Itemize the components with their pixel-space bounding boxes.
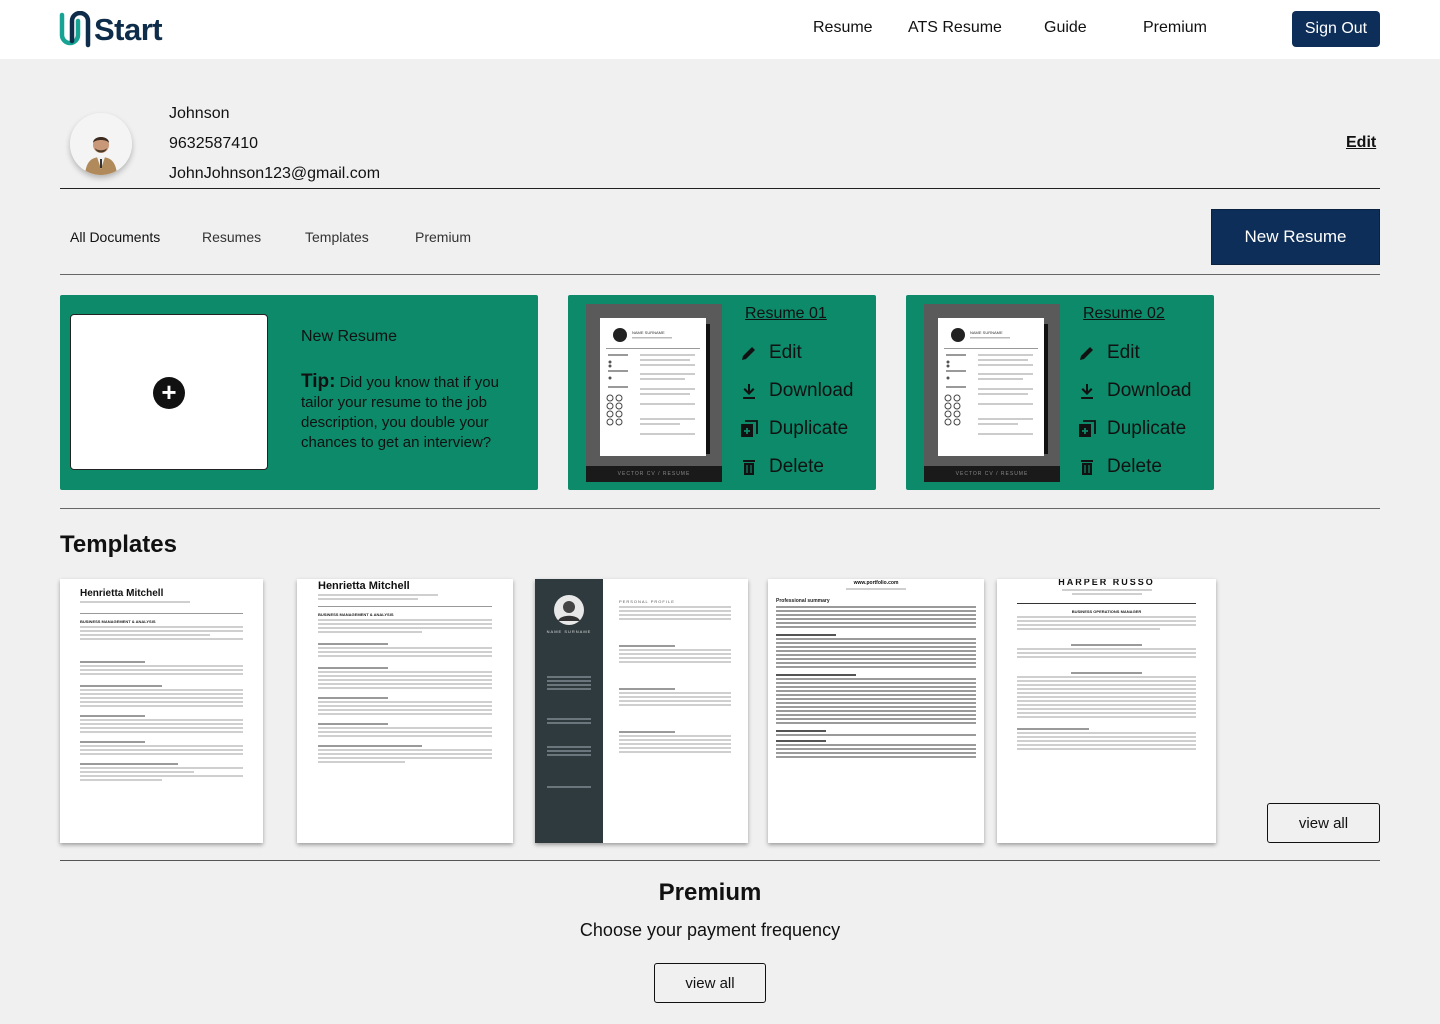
thumb-name: NAME SURNAME [970, 330, 1003, 335]
template-heading: BUSINESS MANAGEMENT & ANALYSIS [80, 619, 156, 624]
new-resume-card-title: New Resume [301, 328, 398, 345]
download-label: Download [1107, 380, 1192, 401]
template-name: NAME SURNAME [546, 629, 592, 634]
delete-label: Delete [769, 456, 824, 477]
new-resume-card: + New Resume Tip: Did you know that if y… [60, 295, 538, 490]
logo-icon [59, 11, 91, 48]
download-icon [743, 384, 755, 399]
tab-resumes[interactable]: Resumes [202, 229, 261, 245]
resume-card: NAME SURNAME VECTOR CV / RESUME Resume 0… [568, 295, 876, 490]
premium-view-all-button[interactable]: view all [654, 963, 766, 1003]
logo-text: Start [94, 12, 163, 47]
new-resume-button[interactable]: New Resume [1211, 209, 1380, 265]
duplicate-label: Duplicate [1107, 418, 1187, 439]
edit-label: Edit [769, 342, 802, 363]
template-card[interactable]: www.portfolio.com Professional summary [768, 579, 984, 843]
delete-action[interactable]: Delete [740, 456, 824, 478]
tab-premium[interactable]: Premium [415, 229, 471, 245]
resume-thumbnail-paper: NAME SURNAME [600, 318, 706, 456]
edit-action[interactable]: Edit [1078, 342, 1140, 364]
resume-thumbnail[interactable]: NAME SURNAME VECTOR CV / RESUME [586, 304, 722, 482]
download-icon [1081, 384, 1093, 399]
template-sidebar: NAME SURNAME [535, 579, 603, 843]
edit-action[interactable]: Edit [740, 342, 802, 364]
template-card[interactable]: HARPER RUSSO BUSINESS OPERATIONS MANAGER [997, 579, 1216, 843]
divider [60, 860, 1380, 861]
pencil-icon [1080, 347, 1093, 360]
profile-phone: 9632587410 [169, 135, 258, 152]
delete-action[interactable]: Delete [1078, 456, 1162, 478]
pencil-icon [742, 347, 755, 360]
profile-name: Johnson [169, 105, 230, 122]
avatar[interactable] [70, 113, 132, 175]
resume-thumbnail-paper: NAME SURNAME [938, 318, 1044, 456]
delete-label: Delete [1107, 456, 1162, 477]
nav-resume[interactable]: Resume [813, 19, 873, 37]
pen-shape [706, 324, 710, 454]
nav-guide[interactable]: Guide [1044, 19, 1087, 37]
template-heading: PERSONAL PROFILE [619, 599, 675, 604]
divider [60, 274, 1380, 275]
edit-profile-link[interactable]: Edit [1346, 134, 1376, 152]
pen-shape [1044, 324, 1048, 454]
plus-icon[interactable]: + [153, 377, 185, 409]
duplicate-action[interactable]: Duplicate [1078, 418, 1186, 440]
tip-label: Tip: [301, 371, 336, 392]
top-navigation-bar: Start Resume ATS Resume Guide Premium Si… [0, 0, 1440, 59]
create-resume-tile[interactable]: + [70, 314, 268, 470]
resume-title[interactable]: Resume 01 [745, 305, 827, 323]
tab-templates[interactable]: Templates [305, 229, 369, 245]
tab-all-documents[interactable]: All Documents [70, 229, 160, 245]
divider [60, 508, 1380, 509]
nav-ats-resume[interactable]: ATS Resume [908, 19, 1002, 37]
templates-section-title: Templates [60, 531, 177, 558]
template-name: HARPER RUSSO [1058, 579, 1155, 587]
template-heading: BUSINESS OPERATIONS MANAGER [1071, 609, 1142, 614]
duplicate-label: Duplicate [769, 418, 849, 439]
premium-title: Premium [658, 879, 762, 906]
nav-premium[interactable]: Premium [1143, 19, 1207, 37]
template-heading: Professional summary [776, 598, 830, 604]
divider [60, 188, 1380, 189]
logo[interactable]: Start [58, 10, 163, 50]
template-card[interactable]: NAME SURNAME PERSONAL PROFILE [535, 579, 748, 843]
premium-subtitle: Choose your payment frequency [579, 920, 841, 940]
thumb-name: NAME SURNAME [632, 330, 665, 335]
duplicate-icon [741, 420, 758, 437]
template-card[interactable]: Henrietta Mitchell BUSINESS MANAGEMENT &… [60, 579, 263, 843]
trash-icon [743, 460, 755, 475]
template-card[interactable]: Henrietta Mitchell BUSINESS MANAGEMENT &… [297, 579, 513, 843]
thumb-caption: VECTOR CV / RESUME [586, 466, 722, 482]
trash-icon [1081, 460, 1093, 475]
download-label: Download [769, 380, 854, 401]
resume-card: NAME SURNAME VECTOR CV / RESUME Resume 0… [906, 295, 1214, 490]
template-name: Henrietta Mitchell [318, 580, 410, 592]
resume-thumbnail[interactable]: NAME SURNAME VECTOR CV / RESUME [924, 304, 1060, 482]
template-name: Henrietta Mitchell [80, 588, 164, 599]
thumb-caption: VECTOR CV / RESUME [924, 466, 1060, 482]
profile-email: JohnJohnson123@gmail.com [169, 165, 381, 182]
avatar-photo [70, 113, 132, 175]
download-action[interactable]: Download [1078, 380, 1192, 402]
template-name: www.portfolio.com [853, 580, 899, 586]
sign-out-button[interactable]: Sign Out [1292, 11, 1380, 47]
duplicate-icon [1079, 420, 1096, 437]
template-heading: BUSINESS MANAGEMENT & ANALYSIS [318, 612, 394, 617]
resume-title[interactable]: Resume 02 [1083, 305, 1165, 323]
templates-view-all-button[interactable]: view all [1267, 803, 1380, 843]
download-action[interactable]: Download [740, 380, 854, 402]
tip-text: Tip: Did you know that if you tailor you… [301, 372, 516, 453]
duplicate-action[interactable]: Duplicate [740, 418, 848, 440]
edit-label: Edit [1107, 342, 1140, 363]
